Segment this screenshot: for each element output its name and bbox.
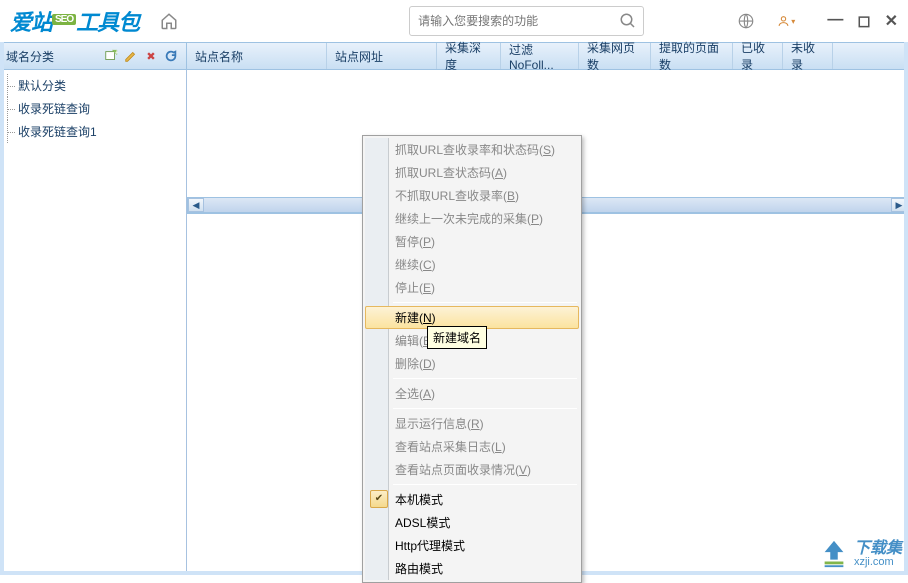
watermark-name: 下载集 [854,541,902,557]
column-header[interactable]: 站点名称 [187,43,327,69]
column-header[interactable]: 采集深度 [437,43,501,69]
menu-item[interactable]: 路由模式 [365,557,579,580]
search-icon[interactable] [613,12,643,30]
menu-item: 继续(C) [365,253,579,276]
logo-sub: 工具包 [76,10,139,35]
menu-item: 不抓取URL查收录率(B) [365,184,579,207]
title-bar: 爱站SEO工具包 ▾ — ◻ ✕ [0,0,908,42]
user-icon[interactable]: ▾ [777,12,795,30]
menu-item: 暂停(P) [365,230,579,253]
menu-item: 全选(A) [365,382,579,405]
logo-main: 爱站 [10,10,52,35]
column-header[interactable]: 采集网页数 [579,43,651,69]
delete-icon[interactable]: ✖ [142,47,160,65]
tree-item[interactable]: 默认分类 [0,74,186,97]
add-icon[interactable]: + [102,47,120,65]
watermark: 下载集 xzji.com [819,539,902,569]
refresh-icon[interactable] [162,47,180,65]
menu-separator [393,302,577,303]
maximize-button[interactable]: ◻ [857,11,870,31]
menu-item[interactable]: Http代理模式 [365,534,579,557]
search-box [409,6,644,36]
globe-icon[interactable] [737,12,755,30]
menu-item[interactable]: 本机模式 [365,488,579,511]
toolbar: 域名分类 + ✖ 站点名称站点网址采集深度过滤NoFoll...采集网页数提取的… [0,42,908,70]
watermark-url: xzji.com [854,557,902,568]
sidebar-title: 域名分类 [6,48,100,65]
menu-item[interactable]: ADSL模式 [365,511,579,534]
download-icon [819,539,849,569]
menu-item: 继续上一次未完成的采集(P) [365,207,579,230]
home-icon[interactable] [159,11,179,31]
tree-item[interactable]: 收录死链查询1 [0,120,186,143]
sidebar: 默认分类收录死链查询收录死链查询1 [0,70,187,575]
menu-separator [393,484,577,485]
menu-item: 抓取URL查状态码(A) [365,161,579,184]
edit-icon[interactable] [122,47,140,65]
menu-item: 抓取URL查收录率和状态码(S) [365,138,579,161]
scroll-left-icon[interactable]: ◀ [188,198,204,212]
window-controls: — ◻ ✕ [827,11,898,31]
svg-text:+: + [115,49,119,56]
scroll-right-icon[interactable]: ▶ [891,198,907,212]
logo-badge: SEO [52,14,76,25]
tree-item[interactable]: 收录死链查询 [0,97,186,120]
menu-item: 查看站点页面收录情况(V) [365,458,579,481]
search-input[interactable] [410,14,613,28]
tooltip: 新建域名 [427,326,487,349]
sidebar-header: 域名分类 + ✖ [0,43,187,69]
close-button[interactable]: ✕ [885,11,898,31]
menu-item: 停止(E) [365,276,579,299]
menu-separator [393,408,577,409]
app-logo: 爱站SEO工具包 [10,5,139,37]
column-header[interactable]: 提取的页面数 [651,43,733,69]
column-header[interactable]: 站点网址 [327,43,437,69]
menu-item: 查看站点采集日志(L) [365,435,579,458]
context-menu: 抓取URL查收录率和状态码(S)抓取URL查状态码(A)不抓取URL查收录率(B… [362,135,582,583]
column-header[interactable]: 未收录 [783,43,833,69]
column-header[interactable]: 已收录 [733,43,783,69]
column-header[interactable]: 过滤NoFoll... [501,43,579,69]
menu-item: 显示运行信息(R) [365,412,579,435]
menu-item: 删除(D) [365,352,579,375]
table-header: 站点名称站点网址采集深度过滤NoFoll...采集网页数提取的页面数已收录未收录 [187,43,908,69]
title-right: ▾ — ◻ ✕ [737,11,898,31]
minimize-button[interactable]: — [827,11,843,31]
menu-separator [393,378,577,379]
